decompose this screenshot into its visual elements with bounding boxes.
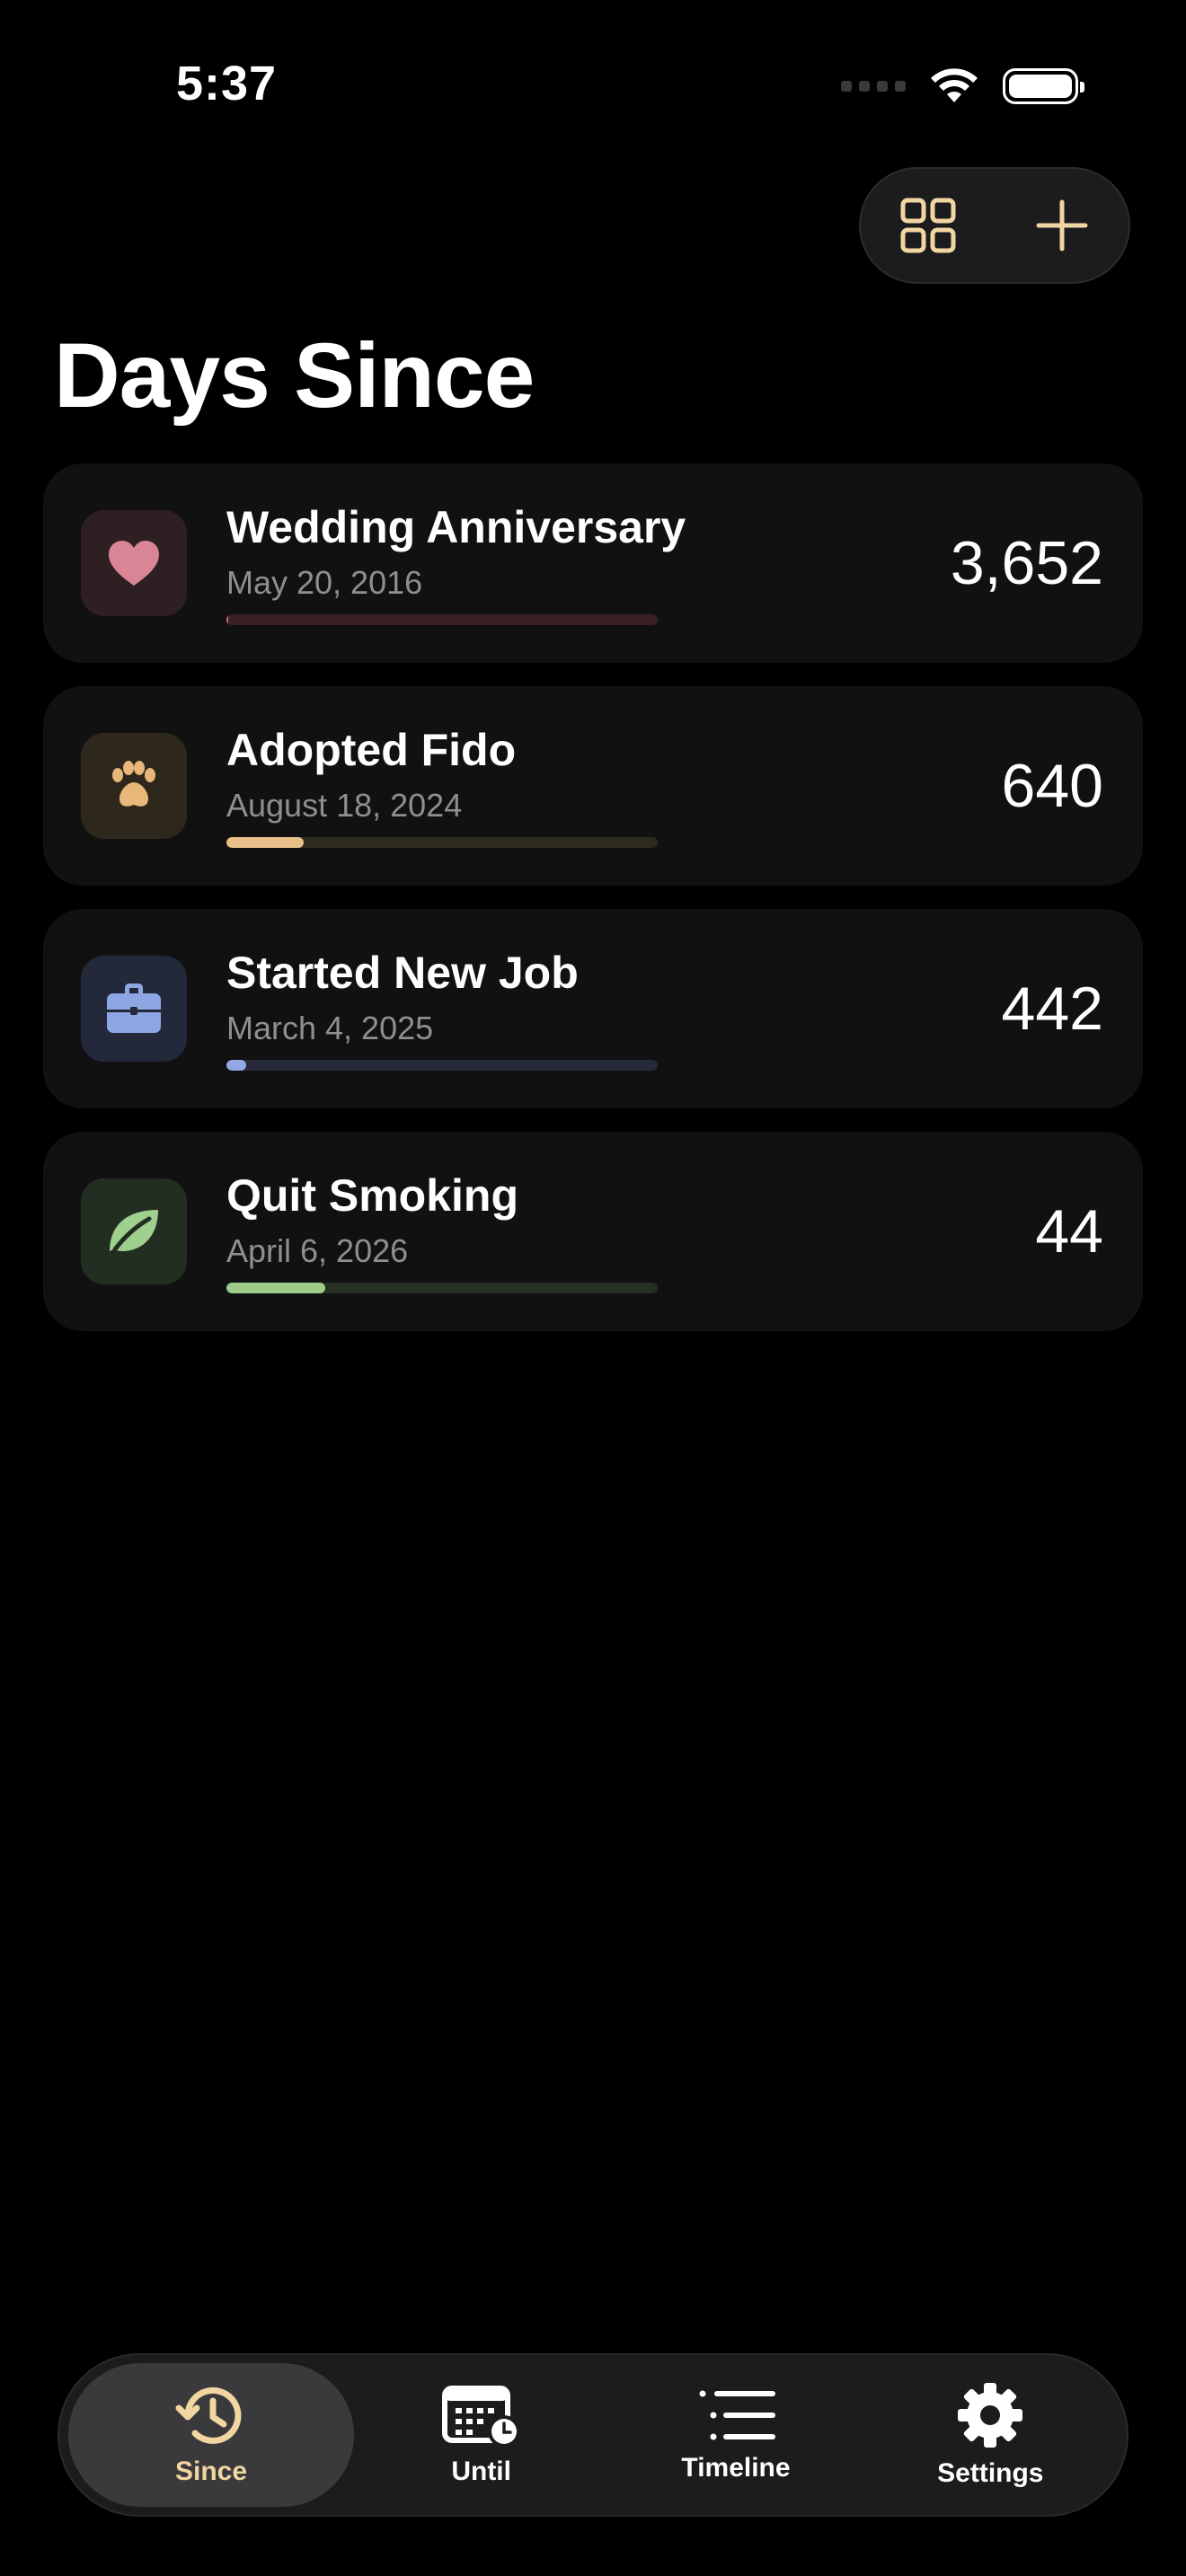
leaf-icon (110, 1210, 158, 1252)
event-card-started-new-job[interactable]: Started New Job March 4, 2025 442 (43, 909, 1143, 1108)
event-card-adopted-fido[interactable]: Adopted Fido August 18, 2024 640 (43, 686, 1143, 886)
event-card-wedding-anniversary[interactable]: Wedding Anniversary May 20, 2016 3,652 (43, 463, 1143, 663)
tab-timeline[interactable]: Timeline (608, 2363, 863, 2507)
event-icon-tile (81, 510, 187, 616)
event-icon-tile (81, 1178, 187, 1284)
paw-icon (112, 761, 155, 807)
plus-icon (1036, 199, 1087, 251)
event-title: Adopted Fido (226, 725, 517, 775)
calendar-clock-icon (441, 2386, 520, 2448)
status-indicators (841, 66, 1084, 106)
tab-label: Since (174, 2457, 248, 2486)
event-date: August 18, 2024 (226, 787, 463, 824)
event-card-quit-smoking[interactable]: Quit Smoking April 6, 2026 44 (43, 1132, 1143, 1331)
event-day-count: 44 (1035, 1197, 1103, 1266)
history-icon (175, 2386, 242, 2444)
event-progress-bar (226, 1060, 658, 1071)
event-progress-bar (226, 614, 658, 625)
tab-since[interactable]: Since (68, 2363, 354, 2507)
event-progress-fill (226, 837, 305, 848)
event-title: Quit Smoking (226, 1170, 518, 1221)
tab-label: Until (451, 2457, 511, 2486)
event-icon-tile (81, 956, 187, 1062)
event-day-count: 442 (1001, 975, 1103, 1043)
status-time: 5:37 (176, 57, 278, 110)
event-progress-bar (226, 1283, 658, 1293)
battery-icon (1003, 68, 1084, 104)
grid-view-button[interactable] (883, 181, 973, 270)
header-actions (859, 167, 1130, 284)
list-icon (699, 2390, 775, 2440)
event-progress-fill (226, 1283, 326, 1293)
event-day-count: 3,652 (950, 529, 1103, 597)
cellular-signal-icon (841, 81, 906, 92)
event-title: Started New Job (226, 948, 579, 998)
event-list: Wedding Anniversary May 20, 2016 3,652 A… (43, 463, 1143, 1354)
tab-label: Timeline (681, 2453, 791, 2483)
tab-settings[interactable]: Settings (863, 2363, 1118, 2507)
event-date: March 4, 2025 (226, 1010, 434, 1046)
tab-until[interactable]: Until (354, 2363, 608, 2507)
grid-icon (900, 198, 955, 253)
event-progress-fill (226, 1060, 246, 1071)
event-date: May 20, 2016 (226, 564, 423, 601)
event-progress-fill (226, 614, 229, 625)
event-date: April 6, 2026 (226, 1232, 409, 1269)
tab-label: Settings (937, 2458, 1044, 2488)
event-day-count: 640 (1001, 752, 1103, 820)
gear-icon (958, 2383, 1023, 2448)
page-title: Days Since (54, 324, 535, 427)
event-progress-bar (226, 837, 658, 848)
briefcase-icon (107, 984, 161, 1033)
wifi-icon (931, 68, 978, 102)
add-button[interactable] (1017, 181, 1107, 270)
tab-bar: Since Until Timeline Settings (58, 2353, 1128, 2517)
heart-icon (109, 541, 159, 586)
event-title: Wedding Anniversary (226, 502, 686, 552)
event-icon-tile (81, 733, 187, 839)
